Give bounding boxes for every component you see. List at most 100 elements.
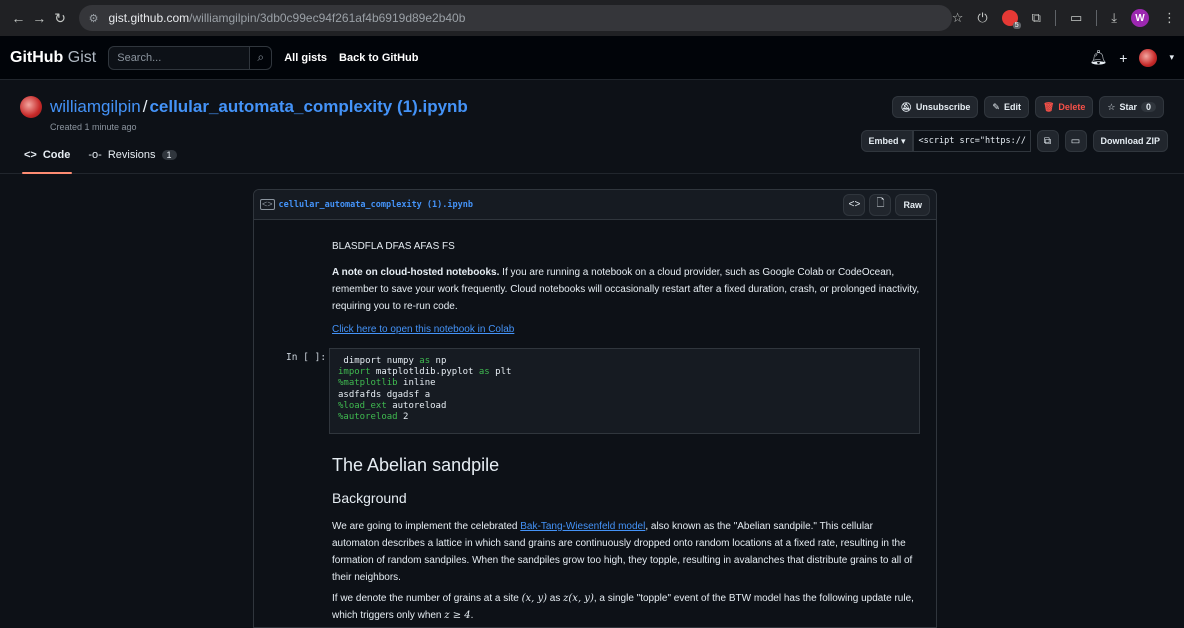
embed-snippet-field[interactable]: <script src="https:// [912,130,1031,152]
user-avatar[interactable] [1139,48,1158,67]
topple-text-a: If we denote the number of grains at a s… [332,593,522,604]
math-threshold: z ≥ 4 [444,610,471,621]
embed-dropdown[interactable]: Embed ▾ [861,130,913,152]
gist-actions: 🔕︎ Unsubscribe ✎ Edit 🗑︎ Delete ☆ Star 0 [892,96,1164,118]
code-line: import matplotldib.pyplot as plt [338,367,512,378]
code-line: dimport numpy as np [338,356,447,366]
bookmark-star-icon[interactable]: ☆ [952,10,964,26]
extension-icon[interactable]: 5 [1001,10,1021,29]
commit-icon: -o- [88,149,102,161]
file-header: <> cellular_automata_complexity (1).ipyn… [254,190,936,220]
code-line: %matplotlib inline [338,378,436,389]
download-zip-button[interactable]: Download ZIP [1092,130,1168,152]
notebook-body: BLASDFLA DFAS AFAS FS A note on cloud-ho… [254,220,936,627]
unsubscribe-button[interactable]: 🔕︎ Unsubscribe [892,96,979,118]
site-info-icon[interactable]: ⚙ [89,12,99,25]
math-grains: z(x, y) [563,593,594,604]
topple-text-d: . [470,610,474,621]
file-buttons: <> 🗋︎ Raw [843,193,930,216]
tab-code[interactable]: <> Code [21,136,73,174]
notifications-icon[interactable]: 🔔︎ [1090,49,1108,66]
code-line: asdfafds dgadsf a [338,389,431,400]
edit-button[interactable]: ✎ Edit [984,96,1029,118]
pencil-icon: ✎ [992,101,1000,112]
raw-button[interactable]: Raw [895,193,930,216]
copy-icon[interactable]: ⧉ [1036,130,1059,152]
gist-tabs: <> Code -o- Revisions 1 [21,136,177,174]
delete-button[interactable]: 🗑︎ Delete [1034,96,1094,118]
header-actions: 🔔︎ + ▾ [1090,48,1174,67]
owner-link[interactable]: williamgilpin [50,97,141,116]
code-icon: <> [24,149,37,161]
new-gist-icon[interactable]: + [1119,50,1127,66]
url-host: gist.github.com [108,11,190,25]
extensions-puzzle-icon[interactable]: ⧉ [1032,10,1041,26]
toolbar-divider [1096,10,1098,26]
file-box: <> cellular_automata_complexity (1).ipyn… [253,189,937,628]
topple-text-b: as [547,593,564,604]
code-view-icon[interactable]: <> [843,193,866,216]
browser-toolbar: ← → ↻ ⚙ gist.github.com/williamgilpin/3d… [0,0,1184,36]
unsubscribe-label: Unsubscribe [915,102,971,112]
created-time: Created 1 minute ago [50,122,137,132]
file-name-link[interactable]: cellular_automata_complexity (1).ipynb [279,200,473,210]
back-to-github-link[interactable]: Back to GitHub [339,52,418,64]
gist-filename-link[interactable]: cellular_automata_complexity (1).ipynb [149,97,467,116]
all-gists-link[interactable]: All gists [284,52,327,64]
reload-icon[interactable]: ↻ [50,10,71,27]
code-line: %load_ext autoreload [338,400,447,411]
search-input[interactable]: Search... [108,45,251,70]
address-bar[interactable]: ⚙ gist.github.com/williamgilpin/3db0c99e… [78,5,952,31]
gist-header: williamgilpin / cellular_automata_complexi… [0,80,1184,174]
colab-link[interactable]: Click here to open this notebook in Cola… [332,324,514,335]
toolbar-divider [1054,10,1056,26]
desktop-icon[interactable]: ▭ [1064,130,1087,152]
profile-avatar[interactable]: W [1131,9,1150,27]
gist-title: williamgilpin / cellular_automata_complexi… [50,97,468,117]
browser-menu-icon[interactable]: ⋮ [1163,10,1176,26]
edit-label: Edit [1003,102,1021,112]
star-count: 0 [1140,102,1156,112]
star-label: Star [1119,102,1137,112]
section-heading: The Abelian sandpile [332,455,500,475]
github-header: GitHub Gist Search... ⌕ All gists Back t… [0,36,1184,80]
chevron-down-icon: ▾ [900,135,906,146]
logo-gist: Gist [67,48,97,66]
download-icon[interactable]: ⤓ [1111,10,1117,26]
revisions-count: 1 [161,150,177,160]
back-icon[interactable]: ← [8,10,29,26]
background-paragraph: We are going to implement the celebrated… [332,518,922,586]
trash-icon: 🗑︎ [1042,101,1055,112]
delete-label: Delete [1058,102,1086,112]
owner-avatar[interactable] [20,96,42,118]
topple-paragraph: If we denote the number of grains at a s… [332,590,922,624]
search-icon[interactable]: ⌕ [250,45,273,70]
btw-model-link[interactable]: Bak-Tang-Wiesenfeld model [520,521,645,532]
embed-label: Embed [868,136,899,146]
title-separator: / [142,97,148,116]
gist-logo[interactable]: GitHub Gist [10,49,96,67]
file-code-icon: <> [260,199,275,210]
cell-prompt: In [ ]: [286,352,327,363]
power-icon[interactable]: ⏻ [977,10,987,26]
logo-github: GitHub [10,48,64,66]
bell-slash-icon: 🔕︎ [900,101,912,112]
star-button[interactable]: ☆ Star 0 [1099,96,1164,118]
tab-revisions[interactable]: -o- Revisions 1 [88,136,177,174]
rendered-file-icon[interactable]: 🗋︎ [869,193,892,216]
cloud-note-bold: A note on cloud-hosted notebooks. [332,267,500,278]
subsection-heading: Background [332,490,407,506]
code-cell: dimport numpy as np import matplotldib.p… [329,348,920,434]
url-path: /williamgilpin/3db0c99ec94f261af4b6919d8… [189,11,466,25]
gist-title-row: williamgilpin / cellular_automata_complexi… [20,96,468,118]
code-line: %autoreload 2 [338,412,409,423]
reading-mode-icon[interactable]: ▭ [1070,10,1082,26]
forward-icon[interactable]: → [29,10,50,26]
star-icon: ☆ [1107,101,1116,112]
chevron-down-icon[interactable]: ▾ [1169,52,1174,63]
extension-badge: 5 [1012,22,1021,29]
embed-row: Embed ▾ <script src="https:// ⧉ ▭ Downlo… [861,130,1168,152]
tab-code-label: Code [42,149,71,161]
browser-actions: ☆ ⏻ 5 ⧉ ▭ ⤓ W ⋮ [952,9,1176,29]
notebook-text-heading: BLASDFLA DFAS AFAS FS [332,241,455,252]
